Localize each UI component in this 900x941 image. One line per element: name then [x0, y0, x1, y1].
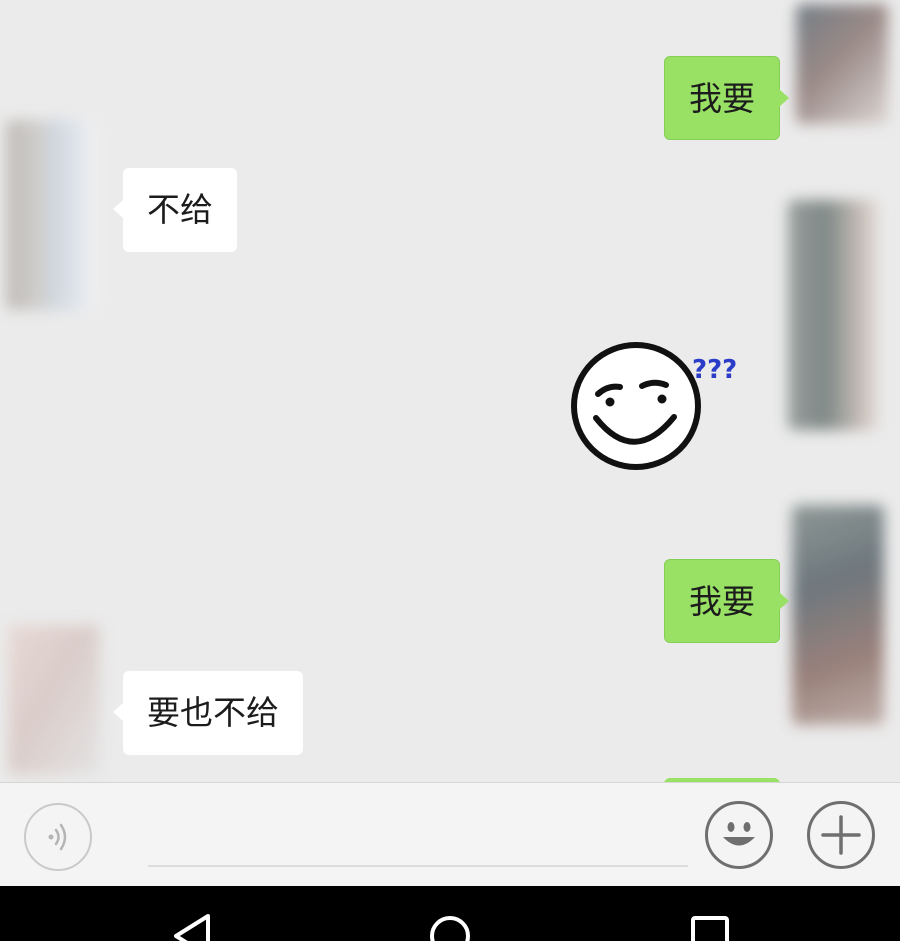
- message-input[interactable]: [148, 803, 688, 867]
- sticker-caption: ???: [692, 355, 737, 385]
- smirk-face-icon: ???: [571, 342, 737, 470]
- voice-button[interactable]: [24, 803, 92, 871]
- voice-icon: [48, 823, 67, 851]
- recents-square-icon: [691, 916, 729, 941]
- recents-button[interactable]: [655, 886, 765, 941]
- contact-message-bubble[interactable]: 不给: [113, 168, 237, 252]
- system-navigation-bar: [0, 886, 900, 941]
- contact-message-bubble[interactable]: 要也不给: [113, 671, 303, 755]
- chat-screen: 我要 不给 ??? 我要 要也不给: [0, 0, 900, 941]
- message-text: 我要: [689, 79, 755, 118]
- my-avatar[interactable]: [788, 200, 880, 430]
- back-triangle-icon: [174, 914, 210, 941]
- message-input-bar: [0, 782, 900, 886]
- my-avatar[interactable]: [796, 4, 888, 124]
- home-circle-icon: [430, 916, 470, 941]
- message-text: 不给: [147, 190, 213, 229]
- smiley-icon: [723, 822, 755, 846]
- emoji-button[interactable]: [705, 801, 773, 869]
- plus-icon: [821, 815, 861, 855]
- home-button[interactable]: [395, 886, 505, 941]
- message-text: 我要: [689, 582, 755, 621]
- my-avatar[interactable]: [792, 505, 884, 725]
- contact-avatar[interactable]: [8, 625, 100, 775]
- more-options-button[interactable]: [807, 801, 875, 869]
- chat-messages-area[interactable]: 我要 不给 ??? 我要 要也不给: [0, 0, 900, 782]
- my-message-bubble[interactable]: 我要: [664, 56, 789, 140]
- message-text: 要也不给: [147, 693, 279, 732]
- smirk-face-sticker[interactable]: ???: [566, 338, 762, 474]
- contact-avatar[interactable]: [6, 120, 98, 310]
- back-button[interactable]: [136, 886, 246, 941]
- my-message-bubble[interactable]: 我要: [664, 559, 789, 643]
